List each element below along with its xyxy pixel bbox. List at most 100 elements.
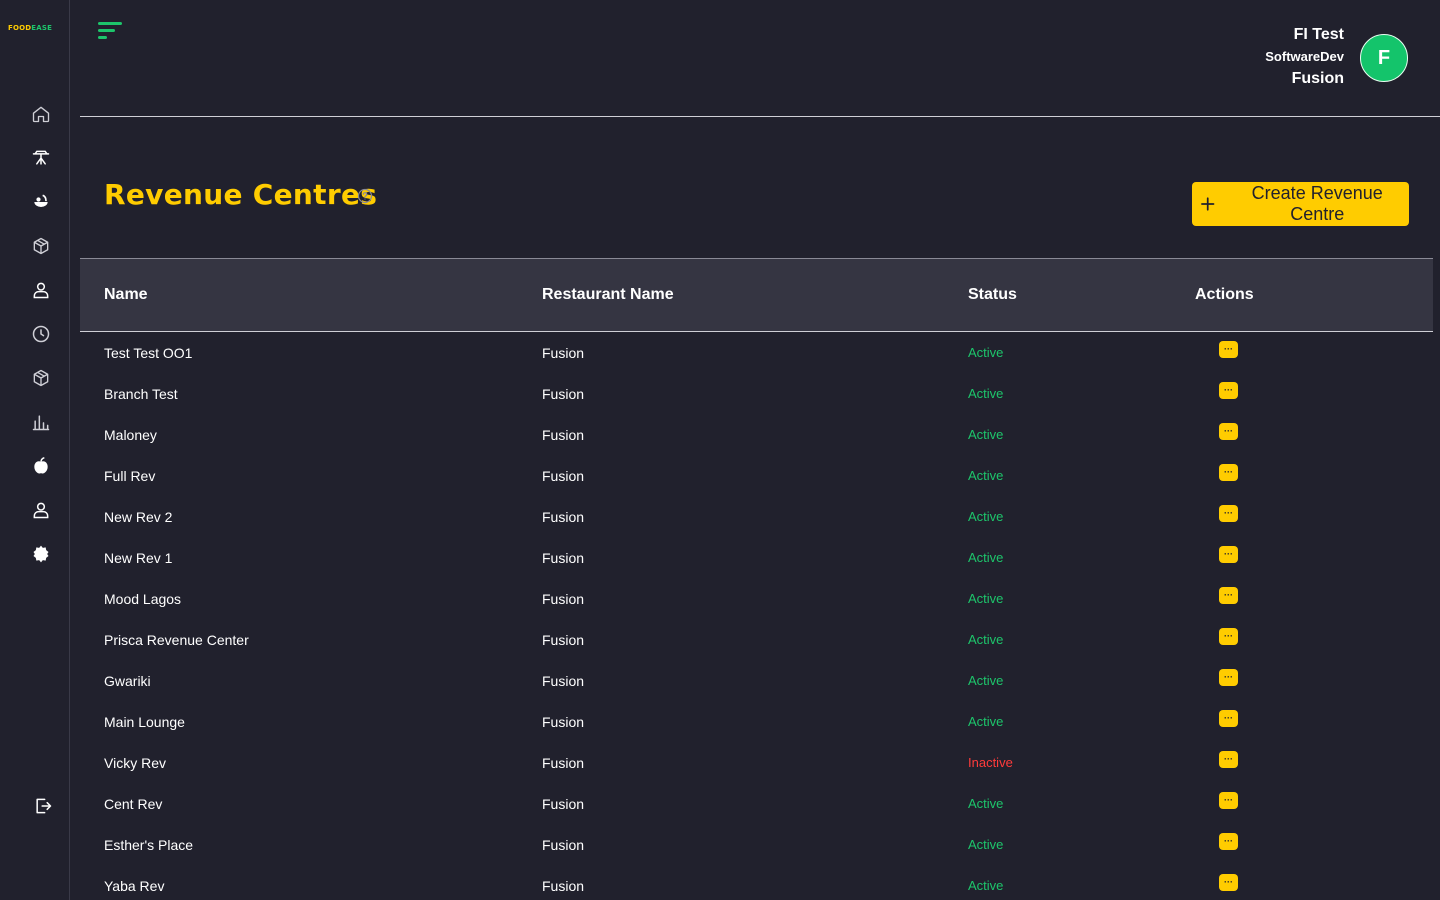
user-name: FI Test: [1293, 26, 1344, 43]
hamburger-icon: [98, 22, 122, 39]
cell-name: Main Lounge: [104, 714, 185, 730]
status-badge: Active: [968, 345, 1004, 360]
cell-name: Branch Test: [104, 386, 178, 402]
table-row[interactable]: Vicky Rev Fusion Inactive ···: [0, 742, 1440, 783]
cell-name: Cent Rev: [104, 796, 163, 812]
row-actions-button[interactable]: ···: [1219, 710, 1238, 727]
row-actions-button[interactable]: ···: [1219, 751, 1238, 768]
home-icon: [32, 106, 50, 123]
status-badge: Active: [968, 837, 1004, 852]
cell-restaurant: Fusion: [542, 509, 585, 525]
cell-restaurant: Fusion: [542, 468, 585, 484]
user-organization: Fusion: [1291, 70, 1344, 87]
row-actions-button[interactable]: ···: [1219, 669, 1238, 686]
table-row[interactable]: Branch Test Fusion Active ···: [0, 373, 1440, 414]
status-badge: Active: [968, 386, 1004, 401]
row-actions-button[interactable]: ···: [1219, 546, 1238, 563]
plus-icon: [1201, 197, 1215, 211]
help-icon[interactable]: [357, 188, 373, 204]
cell-name: Prisca Revenue Center: [104, 632, 249, 648]
sidebar-item-tables[interactable]: [29, 146, 53, 170]
table-row[interactable]: New Rev 2 Fusion Active ···: [0, 496, 1440, 537]
table-row[interactable]: Yaba Rev Fusion Active ···: [0, 865, 1440, 900]
table-row[interactable]: Maloney Fusion Active ···: [0, 414, 1440, 455]
sidebar-item-customers[interactable]: [29, 278, 53, 302]
create-revenue-centre-button[interactable]: Create Revenue Centre: [1192, 182, 1409, 226]
status-badge: Active: [968, 509, 1004, 524]
table-row[interactable]: Esther's Place Fusion Active ···: [0, 824, 1440, 865]
create-button-label: Create Revenue Centre: [1251, 183, 1383, 224]
status-badge: Active: [968, 632, 1004, 647]
status-badge: Active: [968, 550, 1004, 565]
user-icon: [33, 282, 49, 299]
cell-name: Full Rev: [104, 468, 156, 484]
logo-part-food: FOOD: [8, 24, 32, 32]
table-header: Name Restaurant Name Status Actions: [80, 258, 1433, 332]
status-badge: Active: [968, 468, 1004, 483]
logo-part-ease: EASE: [31, 24, 53, 32]
cell-restaurant: Fusion: [542, 632, 585, 648]
table-row[interactable]: Mood Lagos Fusion Active ···: [0, 578, 1440, 619]
table-row[interactable]: New Rev 1 Fusion Active ···: [0, 537, 1440, 578]
food-icon: [34, 194, 48, 207]
status-badge: Active: [968, 714, 1004, 729]
table-row[interactable]: Cent Rev Fusion Active ···: [0, 783, 1440, 824]
row-actions-button[interactable]: ···: [1219, 792, 1238, 809]
header-divider: [80, 116, 1440, 117]
page-title: Revenue Centres: [104, 178, 378, 211]
table-row[interactable]: Gwariki Fusion Active ···: [0, 660, 1440, 701]
status-badge: Active: [968, 591, 1004, 606]
cell-restaurant: Fusion: [542, 796, 585, 812]
row-actions-button[interactable]: ···: [1219, 833, 1238, 850]
status-badge: Active: [968, 878, 1004, 893]
cell-restaurant: Fusion: [542, 673, 585, 689]
status-badge: Active: [968, 427, 1004, 442]
sidebar-item-products[interactable]: [29, 234, 53, 258]
sidebar-item-home[interactable]: [29, 102, 53, 126]
row-actions-button[interactable]: ···: [1219, 628, 1238, 645]
row-actions-button[interactable]: ···: [1219, 382, 1238, 399]
user-role: SoftwareDev: [1265, 49, 1344, 64]
cell-name: Maloney: [104, 427, 157, 443]
cell-restaurant: Fusion: [542, 345, 585, 361]
table-row[interactable]: Test Test OO1 Fusion Active ···: [0, 332, 1440, 373]
cell-name: Test Test OO1: [104, 345, 193, 361]
table-body: Test Test OO1 Fusion Active ··· Branch Test F…: [0, 332, 1440, 900]
cell-restaurant: Fusion: [542, 550, 585, 566]
cell-name: Esther's Place: [104, 837, 194, 853]
sidebar-item-food[interactable]: [29, 190, 53, 214]
status-badge: Inactive: [968, 755, 1013, 770]
cell-restaurant: Fusion: [542, 427, 585, 443]
column-header-restaurant[interactable]: Restaurant Name: [542, 286, 674, 304]
row-actions-button[interactable]: ···: [1219, 505, 1238, 522]
cell-restaurant: Fusion: [542, 755, 585, 771]
row-actions-button[interactable]: ···: [1219, 874, 1238, 891]
table-row[interactable]: Main Lounge Fusion Active ···: [0, 701, 1440, 742]
cell-name: New Rev 2: [104, 509, 173, 525]
row-actions-button[interactable]: ···: [1219, 587, 1238, 604]
row-actions-button[interactable]: ···: [1219, 341, 1238, 358]
table-icon: [32, 150, 50, 165]
avatar[interactable]: F: [1360, 34, 1408, 82]
row-actions-button[interactable]: ···: [1219, 423, 1238, 440]
app-logo[interactable]: FOODEASE: [8, 23, 62, 33]
cell-name: Gwariki: [104, 673, 151, 689]
menu-toggle-button[interactable]: [98, 20, 124, 42]
cell-name: New Rev 1: [104, 550, 173, 566]
row-actions-button[interactable]: ···: [1219, 464, 1238, 481]
user-info: FI Test SoftwareDev Fusion: [1265, 24, 1344, 90]
status-badge: Active: [968, 673, 1004, 688]
table-row[interactable]: Full Rev Fusion Active ···: [0, 455, 1440, 496]
column-header-status[interactable]: Status: [968, 286, 1017, 304]
cell-restaurant: Fusion: [542, 878, 585, 894]
cell-restaurant: Fusion: [542, 837, 585, 853]
column-header-name[interactable]: Name: [104, 286, 148, 304]
cell-restaurant: Fusion: [542, 714, 585, 730]
cell-restaurant: Fusion: [542, 386, 585, 402]
cell-name: Yaba Rev: [104, 878, 165, 894]
table-row[interactable]: Prisca Revenue Center Fusion Active ···: [0, 619, 1440, 660]
cell-restaurant: Fusion: [542, 591, 585, 607]
box-icon: [33, 237, 49, 255]
cell-name: Mood Lagos: [104, 591, 182, 607]
cell-name: Vicky Rev: [104, 755, 166, 771]
